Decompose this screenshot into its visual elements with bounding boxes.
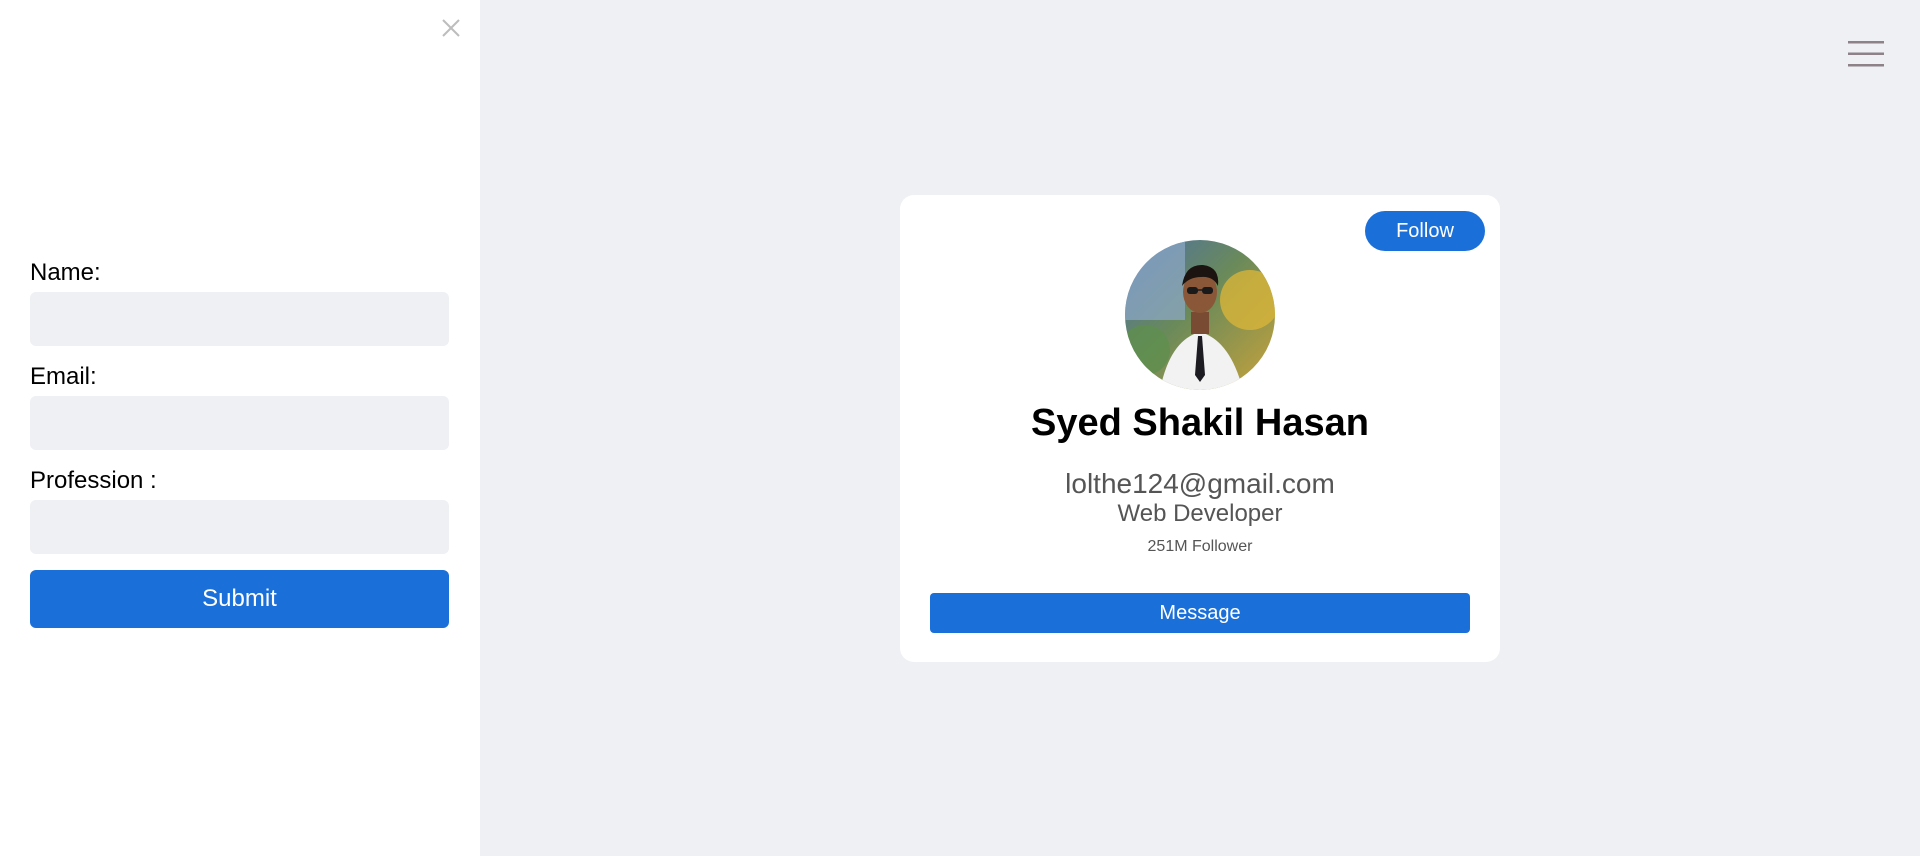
submit-button[interactable]: Submit bbox=[30, 570, 449, 628]
name-input[interactable] bbox=[30, 292, 449, 346]
profile-form: Name: Email: Profession : Submit bbox=[30, 258, 449, 628]
email-label: Email: bbox=[30, 363, 97, 390]
profile-email: lolthe124@gmail.com bbox=[1065, 468, 1335, 499]
follow-button[interactable]: Follow bbox=[1365, 211, 1485, 251]
hamburger-menu-icon[interactable] bbox=[1846, 38, 1886, 70]
name-label: Name: bbox=[30, 259, 101, 286]
profession-input[interactable] bbox=[30, 500, 449, 554]
profession-label: Profession : bbox=[30, 467, 157, 494]
profile-card: Follow Syed Shakil Hasan lolthe124@gmail… bbox=[900, 195, 1500, 662]
close-icon[interactable] bbox=[438, 15, 464, 41]
follower-count: 251M Follower bbox=[1147, 538, 1253, 555]
profile-name: Syed Shakil Hasan bbox=[1031, 402, 1369, 444]
email-input[interactable] bbox=[30, 396, 449, 450]
avatar bbox=[1125, 240, 1275, 390]
form-sidebar: Name: Email: Profession : Submit bbox=[0, 0, 480, 856]
profile-profession: Web Developer bbox=[1117, 500, 1283, 527]
message-button[interactable]: Message bbox=[930, 593, 1470, 633]
